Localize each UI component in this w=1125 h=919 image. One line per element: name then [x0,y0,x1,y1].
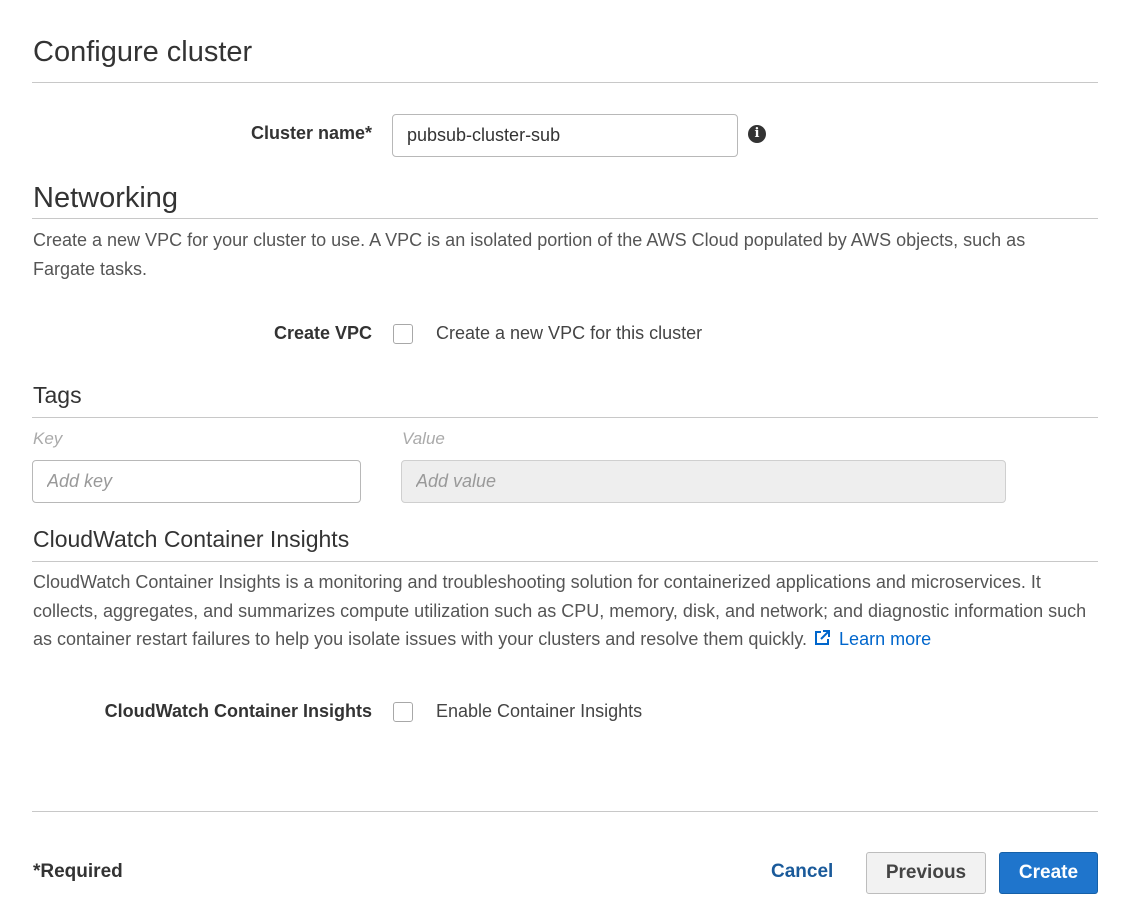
create-vpc-checkbox-text[interactable]: Create a new VPC for this cluster [436,323,702,344]
insights-field-label: CloudWatch Container Insights [104,701,372,721]
info-icon[interactable]: i [748,125,766,143]
enable-insights-checkbox[interactable] [393,702,413,722]
create-button[interactable]: Create [999,852,1098,894]
tags-value-header: Value [402,429,445,448]
tags-divider [32,417,1098,418]
tag-key-input[interactable] [32,460,361,503]
external-link-icon [815,630,831,645]
enable-insights-checkbox-text[interactable]: Enable Container Insights [436,701,642,722]
title-divider [32,82,1098,83]
footer-divider [32,811,1098,812]
insights-heading: CloudWatch Container Insights [33,526,350,552]
page-title: Configure cluster [33,36,253,68]
cluster-name-label: Cluster name* [250,123,372,143]
insights-description: CloudWatch Container Insights is a monit… [33,568,1103,654]
networking-divider [32,218,1098,219]
cluster-name-input[interactable] [392,114,738,157]
tags-heading: Tags [33,382,82,408]
networking-description: Create a new VPC for your cluster to use… [33,230,1026,279]
learn-more-text: Learn more [839,629,932,649]
previous-button[interactable]: Previous [866,852,986,894]
create-vpc-checkbox[interactable] [393,324,413,344]
learn-more-link[interactable]: Learn more [812,629,931,649]
tags-key-header: Key [33,429,63,448]
required-note: *Required [33,861,123,882]
cancel-button[interactable]: Cancel [771,861,833,883]
tag-value-input[interactable] [401,460,1006,503]
create-vpc-label: Create VPC [273,323,372,343]
networking-heading: Networking [33,182,179,214]
insights-divider [32,561,1098,562]
